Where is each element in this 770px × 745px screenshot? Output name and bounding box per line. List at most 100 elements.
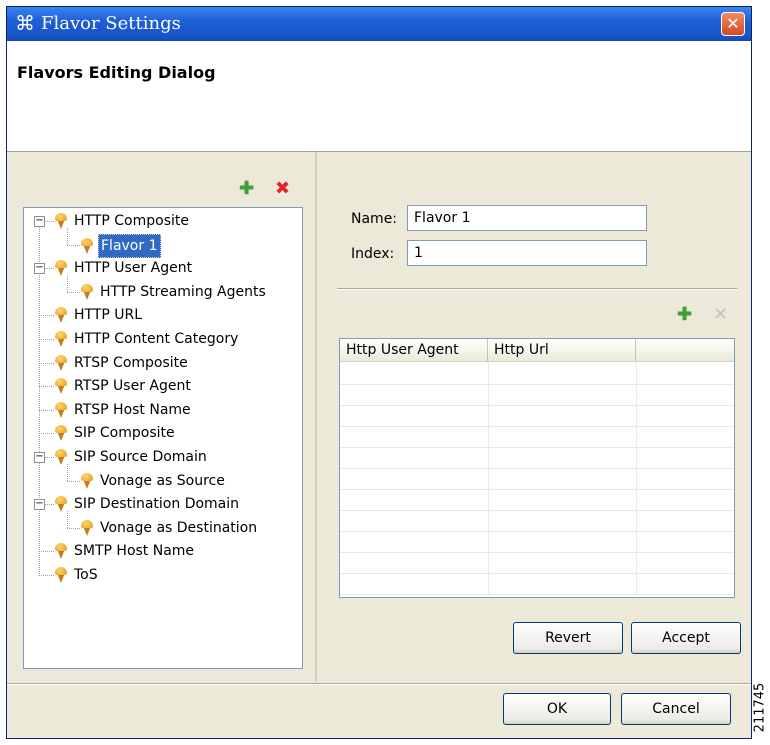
tree-node[interactable]: SIP Source Domain xyxy=(54,446,209,468)
ice-cream-icon xyxy=(54,213,68,229)
tree-connector xyxy=(39,551,54,553)
table-cell[interactable] xyxy=(340,362,489,384)
table-row[interactable] xyxy=(340,488,734,511)
table-cell[interactable] xyxy=(488,404,637,426)
figure-id-text: 211745 xyxy=(752,682,768,733)
ice-cream-icon xyxy=(54,354,68,371)
figure-id: 211745 xyxy=(752,678,769,738)
table-row[interactable] xyxy=(340,404,734,427)
table-cell[interactable] xyxy=(340,425,489,447)
table-cell[interactable] xyxy=(488,530,637,552)
table-row[interactable] xyxy=(340,446,734,469)
column-header-empty[interactable] xyxy=(636,339,734,361)
tree-node[interactable]: RTSP User Agent xyxy=(54,375,193,397)
table-cell[interactable] xyxy=(340,467,489,489)
tree-child-node[interactable]: Flavor 1 xyxy=(80,233,161,258)
table-row[interactable] xyxy=(340,572,734,595)
flavor-tree[interactable]: HTTP Composite − Flavor 1 HTTP User Agent − H… xyxy=(23,207,303,669)
tree-connector xyxy=(39,409,54,411)
table-cell[interactable] xyxy=(488,488,637,510)
tree-node[interactable]: ToS xyxy=(54,564,100,586)
ice-cream-icon xyxy=(54,543,68,560)
column-header-http-url[interactable]: Http Url xyxy=(488,339,636,361)
tree-node[interactable]: HTTP Content Category xyxy=(54,328,240,350)
table-cell[interactable] xyxy=(636,404,734,426)
table-cell[interactable] xyxy=(488,509,637,531)
table-cell[interactable] xyxy=(340,572,489,594)
tree-child-node[interactable]: Vonage as Destination xyxy=(80,517,259,539)
table-cell[interactable] xyxy=(636,551,734,573)
table-cell[interactable] xyxy=(488,467,637,489)
table-cell[interactable] xyxy=(636,530,734,552)
table-row[interactable] xyxy=(340,530,734,553)
tree-connector xyxy=(67,291,80,293)
tree-child-node[interactable]: Vonage as Source xyxy=(80,470,227,492)
table-row[interactable] xyxy=(340,425,734,448)
table-cell[interactable] xyxy=(340,530,489,552)
table-row[interactable] xyxy=(340,383,734,406)
name-input[interactable] xyxy=(407,205,647,231)
table-cell[interactable] xyxy=(340,488,489,510)
tree-node-label: SIP Destination Domain xyxy=(74,496,240,513)
delete-flavor-icon[interactable]: ✖ xyxy=(275,180,290,198)
tree-child-node[interactable]: HTTP Streaming Agents xyxy=(80,281,268,303)
tree-connector xyxy=(67,244,80,246)
tree-node[interactable]: RTSP Composite xyxy=(54,352,190,374)
tree-node-label: SIP Source Domain xyxy=(74,449,207,465)
table-cell[interactable] xyxy=(488,446,637,468)
add-flavor-icon[interactable]: ✚ xyxy=(239,180,254,198)
table-cell[interactable] xyxy=(340,551,489,573)
table-cell[interactable] xyxy=(488,383,637,405)
table-row[interactable] xyxy=(340,509,734,532)
collapse-toggle-icon[interactable]: − xyxy=(34,263,45,275)
table-cell[interactable] xyxy=(340,383,489,405)
collapse-toggle-icon[interactable]: − xyxy=(34,499,45,511)
tree-node-label: SMTP Host Name xyxy=(74,543,195,560)
table-cell[interactable] xyxy=(636,383,734,405)
table-cell[interactable] xyxy=(340,404,489,426)
table-cell[interactable] xyxy=(636,467,734,489)
title-bar[interactable]: ⌘ Flavor Settings ✕ xyxy=(7,7,751,41)
table-cell[interactable] xyxy=(488,425,637,447)
accept-button[interactable]: Accept xyxy=(631,622,741,654)
tree-node[interactable]: HTTP User Agent xyxy=(54,257,194,279)
tree-node-label: Vonage as Destination xyxy=(100,519,258,536)
tree-node-label: RTSP Composite xyxy=(74,354,188,371)
table-cell[interactable] xyxy=(636,509,734,531)
tree-node[interactable]: HTTP URL xyxy=(54,304,144,326)
add-row-icon[interactable]: ✚ xyxy=(677,306,692,324)
column-header-http-user-agent[interactable]: Http User Agent xyxy=(340,339,488,361)
table-row[interactable] xyxy=(340,467,734,490)
ice-cream-icon xyxy=(80,283,94,300)
table-cell[interactable] xyxy=(340,446,489,468)
tree-connector xyxy=(67,464,68,481)
cancel-button[interactable]: Cancel xyxy=(621,693,731,725)
ice-cream-icon xyxy=(80,519,94,536)
ok-button[interactable]: OK xyxy=(503,693,611,725)
table-cell[interactable] xyxy=(488,551,637,573)
tree-node[interactable]: SIP Destination Domain xyxy=(54,493,241,515)
table-cell[interactable] xyxy=(636,425,734,447)
close-button[interactable]: ✕ xyxy=(721,12,745,36)
table-cell[interactable] xyxy=(636,572,734,594)
ice-cream-icon xyxy=(54,567,68,583)
tree-node-label: Flavor 1 xyxy=(98,233,161,258)
table-cell[interactable] xyxy=(636,362,734,384)
revert-button[interactable]: Revert xyxy=(513,622,623,654)
table-cell[interactable] xyxy=(636,446,734,468)
table-row[interactable] xyxy=(340,362,734,385)
http-agents-table[interactable]: Http User Agent Http Url xyxy=(339,338,735,598)
tree-node[interactable]: SIP Composite xyxy=(54,422,177,444)
ice-cream-icon xyxy=(54,401,68,418)
index-input[interactable] xyxy=(407,240,647,266)
collapse-toggle-icon[interactable]: − xyxy=(34,216,45,227)
table-cell[interactable] xyxy=(488,572,637,594)
table-cell[interactable] xyxy=(636,488,734,510)
tree-node[interactable]: RTSP Host Name xyxy=(54,399,193,421)
tree-node[interactable]: SMTP Host Name xyxy=(54,540,196,562)
table-cell[interactable] xyxy=(488,362,637,384)
tree-node[interactable]: HTTP Composite xyxy=(54,210,191,232)
table-row[interactable] xyxy=(340,551,734,574)
table-cell[interactable] xyxy=(340,509,489,531)
collapse-toggle-icon[interactable]: − xyxy=(34,452,45,463)
